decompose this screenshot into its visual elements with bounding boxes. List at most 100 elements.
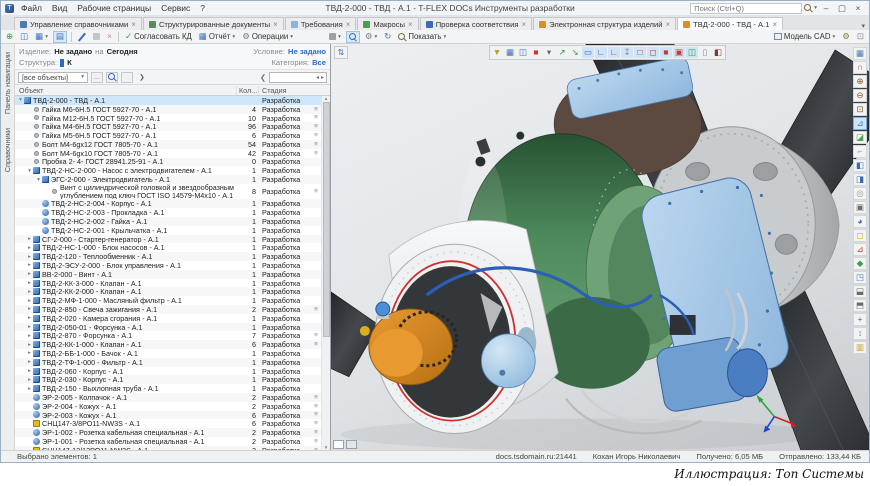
filter-icon[interactable]: ▼ bbox=[491, 47, 503, 58]
expander-icon[interactable]: ▸ bbox=[26, 342, 33, 348]
column-quantity[interactable]: Кол... bbox=[237, 86, 259, 95]
row-menu-icon[interactable]: ≡ bbox=[311, 394, 321, 401]
row-menu-icon[interactable]: ≡ bbox=[311, 132, 321, 139]
tree-row[interactable]: ▸ ТВД-2-020 - Камера сгорания - А.1 1 Ра… bbox=[15, 314, 321, 323]
viewport-tools-button[interactable]: ⚙ bbox=[840, 31, 852, 43]
tree-scrollbar[interactable]: ▲ ▼ bbox=[321, 96, 330, 450]
solid-box-icon[interactable]: □ bbox=[634, 47, 646, 58]
tree-row[interactable]: Гайка М6-6Н.5 ГОСТ 5927-70 - А.1 4 Разра… bbox=[15, 105, 321, 114]
merge-icon[interactable]: ◫ bbox=[686, 47, 698, 58]
scrollbar-thumb[interactable] bbox=[323, 102, 330, 337]
update-down-icon[interactable]: ↘ bbox=[569, 47, 581, 58]
expander-icon[interactable]: ▸ bbox=[26, 368, 33, 374]
tab-close-icon[interactable]: × bbox=[521, 20, 526, 29]
tab-close-icon[interactable]: × bbox=[131, 20, 136, 29]
material-icon[interactable]: ◆ bbox=[853, 257, 867, 270]
flag-icon[interactable]: ◧ bbox=[712, 47, 724, 58]
zoom-out-icon[interactable]: ⊖ bbox=[853, 89, 867, 102]
search-tree-button[interactable] bbox=[346, 31, 360, 43]
tree-row[interactable]: ▸ ТВД-2-НС-1-000 - Блок насосов - А.1 1 … bbox=[15, 243, 321, 252]
tree-row[interactable]: ▸ ТВД-2-ЭСУ-2-000 - Блок управления - А.… bbox=[15, 261, 321, 270]
view-toggle-button[interactable]: ▤ bbox=[53, 31, 67, 43]
approve-kd-button[interactable]: ✓ Согласовать КД bbox=[123, 31, 194, 43]
minimize-button[interactable]: – bbox=[819, 3, 833, 13]
color-swatch-icon[interactable]: ■ bbox=[530, 47, 542, 58]
tab-product-structure[interactable]: Электронная структура изделий × bbox=[533, 17, 676, 30]
page-layout-2-button[interactable] bbox=[346, 440, 357, 449]
row-menu-icon[interactable]: ≡ bbox=[311, 411, 321, 418]
expander-icon[interactable]: ▾ bbox=[17, 97, 24, 103]
expander-icon[interactable]: ▸ bbox=[26, 298, 33, 304]
tree-row[interactable]: ЭР-2-003 - Кожух - А.1 6 Разработка ≡ bbox=[15, 411, 321, 420]
layers-icon[interactable]: ◫ bbox=[517, 47, 529, 58]
tree-row[interactable]: ▾ ТВД-2-НС-2-000 - Насос с электродвигат… bbox=[15, 166, 321, 175]
sync-selection-button[interactable]: ⇅ bbox=[334, 46, 348, 59]
tree-row[interactable]: ▸ ТВД-2-КК-3-000 - Клапан - А.1 1 Разраб… bbox=[15, 279, 321, 288]
tree-row[interactable]: Гайка М4-6Н.5 ГОСТ 5927-70 - А.1 96 Разр… bbox=[15, 122, 321, 131]
tab-macros[interactable]: Макросы × bbox=[357, 17, 418, 30]
delete-button[interactable]: × bbox=[105, 31, 114, 43]
viewport-panel-button[interactable]: ⊡ bbox=[855, 31, 866, 43]
close-button[interactable]: × bbox=[851, 3, 865, 13]
tab-structured-documents[interactable]: Структурированные документы × bbox=[143, 17, 284, 30]
zoom-window-icon[interactable]: ⊡ bbox=[853, 103, 867, 116]
row-menu-icon[interactable]: ≡ bbox=[311, 106, 321, 113]
expander-icon[interactable]: ▾ bbox=[35, 177, 42, 183]
tab-directories[interactable]: Управление справочниками × bbox=[14, 17, 142, 30]
product-value[interactable]: Не задано bbox=[54, 47, 92, 56]
menu-item[interactable]: Рабочие страницы bbox=[72, 3, 156, 13]
box-view-icon[interactable]: ▣ bbox=[853, 201, 867, 214]
tree-row[interactable]: ▸ ТВД-2-МФ-1-000 - Масляный фильтр - А.1… bbox=[15, 296, 321, 305]
refresh-button[interactable]: ↻ bbox=[382, 31, 393, 43]
row-menu-icon[interactable]: ≡ bbox=[311, 429, 321, 436]
wireframe-view-icon[interactable]: ◻ bbox=[853, 229, 867, 242]
date-value[interactable]: Сегодня bbox=[107, 47, 138, 56]
expander-icon[interactable]: ▸ bbox=[26, 386, 33, 392]
sidebar-item-directories[interactable]: Справочники bbox=[3, 128, 12, 172]
measure-icon[interactable]: ⊿ bbox=[853, 117, 867, 130]
global-search-input[interactable] bbox=[690, 3, 802, 14]
refresh-structure-button[interactable]: ◫ bbox=[18, 31, 30, 43]
filter-extra-button[interactable] bbox=[121, 72, 133, 83]
clip-plane-icon[interactable]: ◳ bbox=[853, 271, 867, 284]
edit-button[interactable] bbox=[76, 31, 88, 43]
solid-cube-icon[interactable]: ■ bbox=[660, 47, 672, 58]
pin-icon[interactable]: ↧ bbox=[621, 47, 633, 58]
tab-tvd-2-000[interactable]: ТВД-2-000 - ТВД - А.1 × bbox=[677, 17, 783, 30]
tab-close-icon[interactable]: × bbox=[665, 20, 670, 29]
tree-row[interactable]: ▸ ТВД-2-ББ-1-000 - Бачок - А.1 1 Разрабо… bbox=[15, 349, 321, 358]
row-menu-icon[interactable]: ≡ bbox=[311, 123, 321, 130]
tools-button[interactable]: ⚙▾ bbox=[363, 31, 379, 43]
iso-view-icon[interactable]: ◧ bbox=[853, 159, 867, 172]
category-value[interactable]: Все bbox=[312, 58, 326, 67]
row-menu-icon[interactable]: ≡ bbox=[311, 438, 321, 445]
screen-icon[interactable]: ⬓ bbox=[853, 285, 867, 298]
tree-row[interactable]: ▸ СГ-2-000 - Стартер-генератор - А.1 1 Р… bbox=[15, 235, 321, 244]
tree-row[interactable]: ▸ ТВД-2-030 - Корпус - А.1 1 Разработка bbox=[15, 375, 321, 384]
expander-icon[interactable]: ▸ bbox=[26, 262, 33, 268]
row-menu-icon[interactable]: ≡ bbox=[311, 332, 321, 339]
row-menu-icon[interactable]: ≡ bbox=[311, 420, 321, 427]
ruler-icon[interactable]: ⌐ bbox=[853, 145, 867, 158]
next-arrow-icon[interactable]: ▸ bbox=[321, 74, 324, 81]
sidebar-item-navigation[interactable]: Панель навигации bbox=[3, 52, 12, 114]
pan-icon[interactable]: + bbox=[853, 313, 867, 326]
expander-icon[interactable]: ▸ bbox=[26, 377, 33, 383]
expander-icon[interactable]: ▸ bbox=[26, 271, 33, 277]
row-menu-icon[interactable]: ≡ bbox=[311, 141, 321, 148]
shaded-view-icon[interactable]: ◕ bbox=[853, 215, 867, 228]
tree-row[interactable]: ▸ ТВД-2-050-01 - Форсунка - А.1 1 Разраб… bbox=[15, 323, 321, 332]
tree-row[interactable]: ТВД-2-НС-2-002 - Гайка - А.1 1 Разработк… bbox=[15, 217, 321, 226]
search-caret-icon[interactable]: ▾ bbox=[814, 5, 817, 11]
tree-row[interactable]: ▸ ТВД-2-150 - Выхлопная труба - А.1 1 Ра… bbox=[15, 384, 321, 393]
condition-value[interactable]: Не задано bbox=[288, 47, 326, 56]
tree-row[interactable]: Пробка 2- 4- ГОСТ 28941.25-91 - А.1 0 Ра… bbox=[15, 158, 321, 167]
tab-compliance-check[interactable]: Проверка соответствия × bbox=[420, 17, 532, 30]
tree-row[interactable]: Гайка М5-6Н.5 ГОСТ 5927-70 - А.1 6 Разра… bbox=[15, 131, 321, 140]
tree-row[interactable]: ЭР-2-005 - Колпачок - А.1 2 Разработка ≡ bbox=[15, 393, 321, 402]
tab-requirements[interactable]: Требования × bbox=[285, 17, 357, 30]
object-filter-combo[interactable]: [все объекты]▾ bbox=[18, 72, 88, 83]
sort-icon[interactable]: ↕ bbox=[853, 327, 867, 340]
tab-overflow-icon[interactable]: ▾ bbox=[857, 22, 869, 30]
column-stage[interactable]: Стадия bbox=[259, 86, 321, 95]
